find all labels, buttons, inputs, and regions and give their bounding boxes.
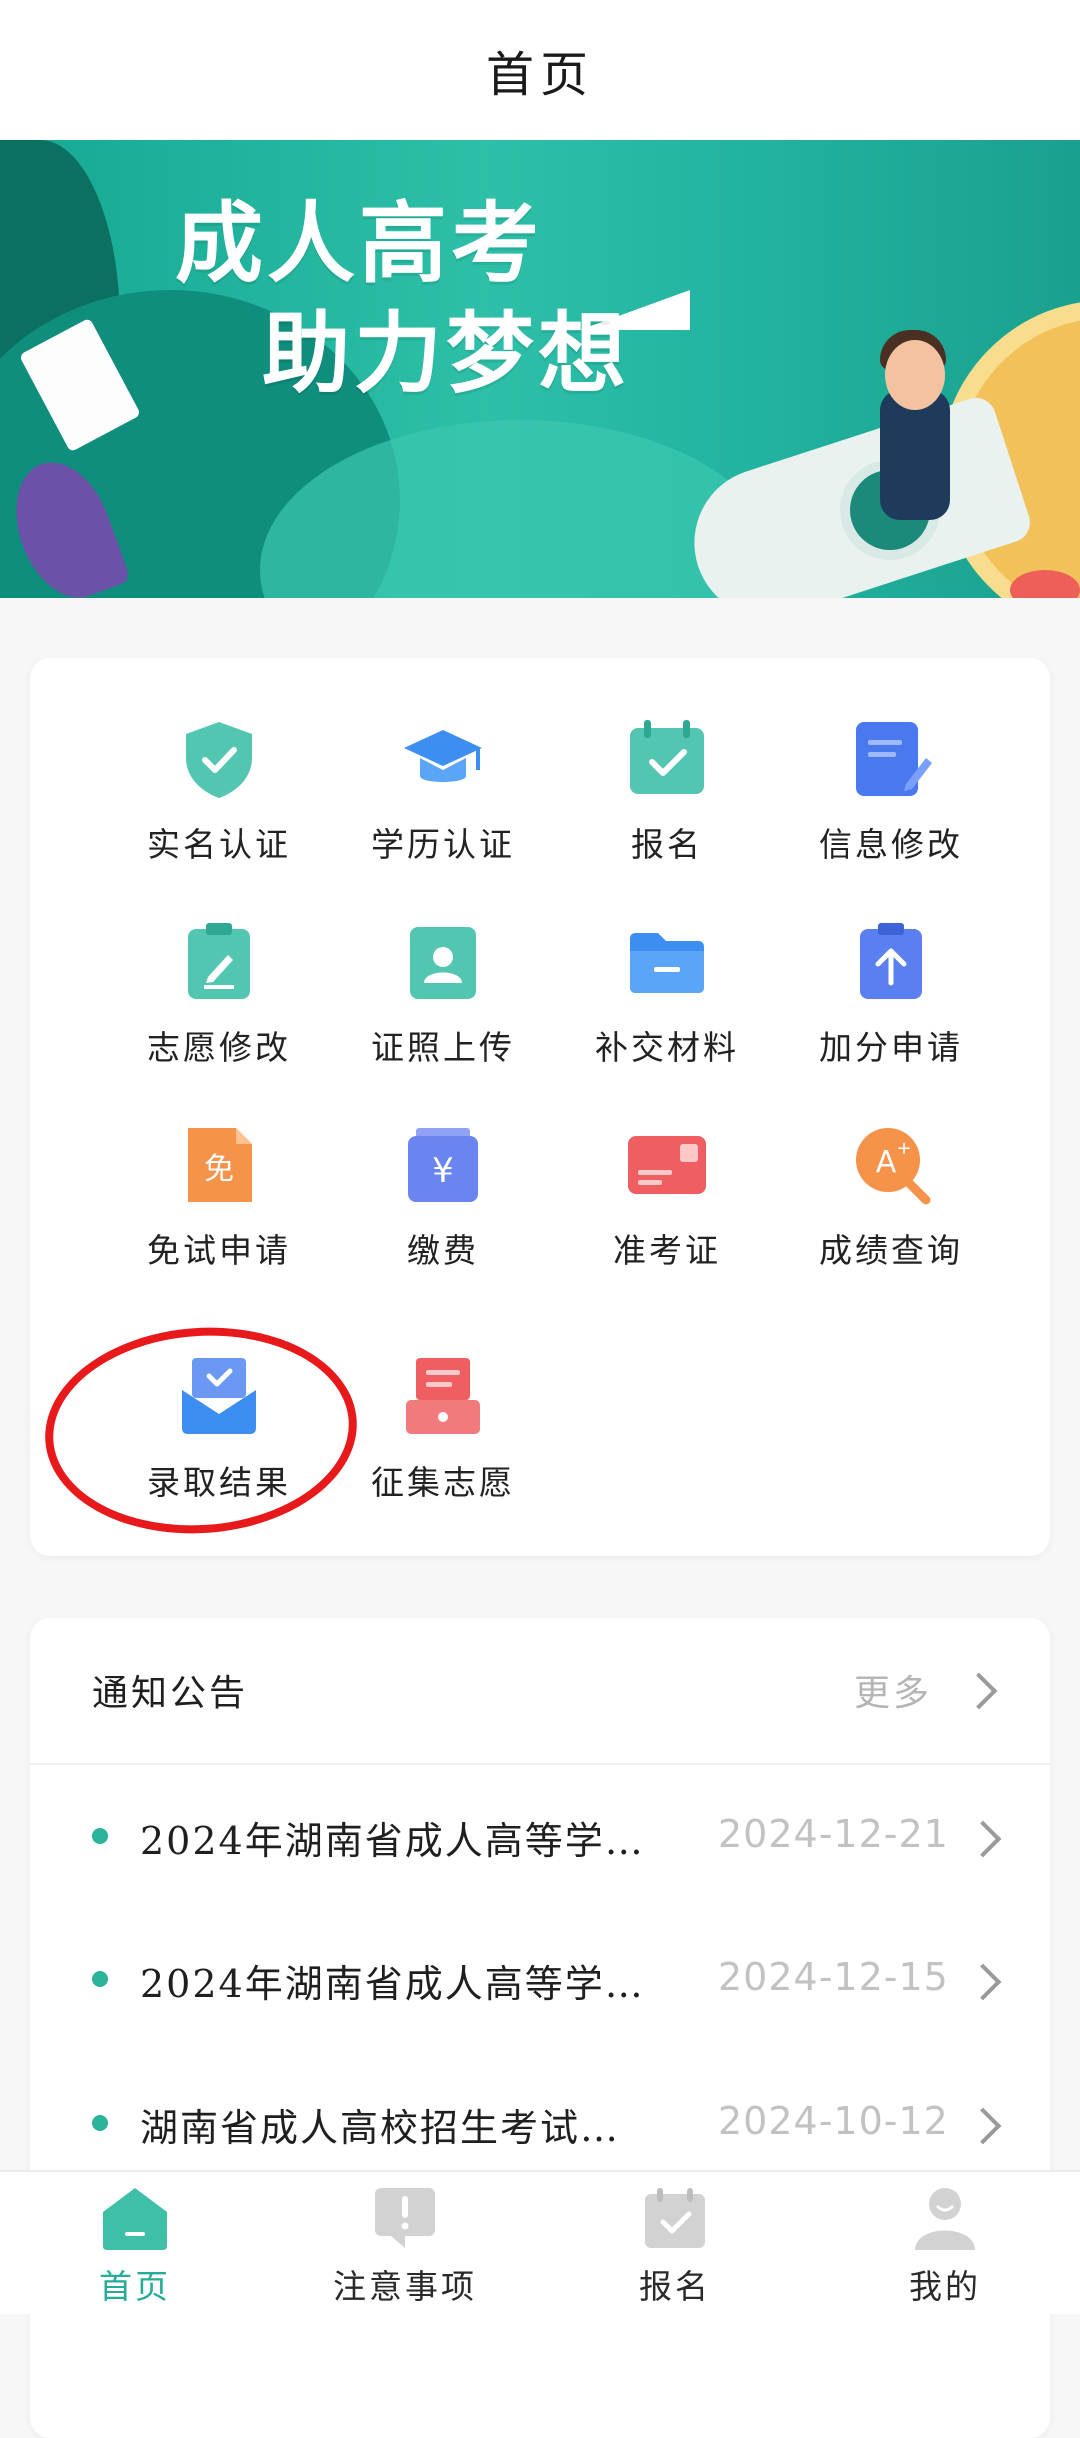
service-payment[interactable]: ¥ 缴费	[333, 1124, 553, 1294]
notices-header: 通知公告 更多	[30, 1618, 1050, 1765]
admission-ticket-icon	[626, 1124, 708, 1206]
notice-date: 2024-12-15	[718, 1955, 949, 1999]
notice-title: 2024年湖南省成人高等学…	[140, 1962, 645, 2006]
service-label: 实名认证	[147, 825, 291, 864]
service-score-query[interactable]: A + 成绩查询	[781, 1124, 1001, 1294]
collection-box-icon	[402, 1356, 484, 1438]
graduation-cap-icon	[402, 718, 484, 800]
service-label: 信息修改	[819, 825, 963, 864]
service-bonus-apply[interactable]: 加分申请	[781, 921, 1001, 1091]
home-icon	[101, 2186, 169, 2250]
exempt-document-icon: 免	[178, 1124, 260, 1206]
banner-slogan-line2: 助力梦想	[262, 302, 631, 405]
notices-title: 通知公告	[92, 1673, 249, 1714]
tab-label: 我的	[909, 2267, 981, 2306]
service-label: 志愿修改	[147, 1028, 291, 1067]
service-label: 证照上传	[371, 1028, 515, 1067]
tab-label: 报名	[639, 2267, 711, 2306]
notice-date: 2024-12-21	[718, 1812, 949, 1856]
service-label: 缴费	[407, 1231, 479, 1270]
service-exemption-apply[interactable]: 免 免试申请	[109, 1124, 329, 1294]
document-edit-icon	[850, 718, 932, 800]
yuan-payment-icon: ¥	[402, 1124, 484, 1206]
tab-notes[interactable]: 注意事项	[270, 2172, 540, 2314]
notice-icon	[371, 2186, 439, 2250]
clipboard-edit-icon	[178, 921, 260, 1003]
notice-title: 湖南省成人高校招生考试…	[140, 2106, 621, 2150]
banner-slogan-line1: 成人高考	[175, 192, 544, 295]
notice-title: 2024年湖南省成人高等学…	[140, 1819, 645, 1863]
id-photo-icon	[402, 921, 484, 1003]
page-title: 首页	[485, 47, 594, 103]
bullet-dot-icon	[92, 1971, 108, 1987]
calendar-check-icon	[626, 718, 708, 800]
service-register[interactable]: 报名	[557, 718, 777, 888]
promo-banner[interactable]: 成人高考 助力梦想	[0, 140, 1080, 598]
top-header: 首页	[0, 0, 1080, 140]
folder-icon	[626, 921, 708, 1003]
service-label: 成绩查询	[819, 1231, 963, 1270]
svg-text:¥: ¥	[432, 1151, 454, 1191]
service-label: 学历认证	[371, 825, 515, 864]
service-collection-preference[interactable]: 征集志愿	[333, 1356, 553, 1526]
notice-item[interactable]: 2024年湖南省成人高等学… 2024-12-21	[30, 1766, 1050, 1906]
service-label: 准考证	[613, 1231, 721, 1270]
service-label: 征集志愿	[371, 1463, 515, 1502]
service-info-edit[interactable]: 信息修改	[781, 718, 1001, 888]
clipboard-upload-icon	[850, 921, 932, 1003]
notices-more-link[interactable]: 更多	[854, 1664, 932, 1716]
score-search-icon: A +	[850, 1124, 932, 1206]
service-label: 报名	[631, 825, 703, 864]
tab-home[interactable]: 首页	[0, 2172, 270, 2314]
shield-check-icon	[178, 718, 260, 800]
bullet-dot-icon	[92, 2115, 108, 2131]
svg-text:免: 免	[204, 1152, 234, 1187]
tab-label: 首页	[99, 2267, 171, 2306]
svg-text:+: +	[896, 1138, 911, 1159]
service-admission-ticket[interactable]: 准考证	[557, 1124, 777, 1294]
service-supplement-materials[interactable]: 补交材料	[557, 921, 777, 1091]
service-label: 加分申请	[819, 1028, 963, 1067]
service-label: 补交材料	[595, 1028, 739, 1067]
svg-text:A: A	[876, 1145, 897, 1180]
chevron-right-icon	[964, 2107, 1002, 2145]
student-head-illustration	[885, 340, 945, 410]
register-icon	[641, 2186, 709, 2250]
tab-profile[interactable]: 我的	[810, 2172, 1080, 2314]
notice-item[interactable]: 2024年湖南省成人高等学… 2024-12-15	[30, 1909, 1050, 2049]
bottom-tab-bar: 首页 注意事项 报名 我的	[0, 2170, 1080, 2314]
notice-date: 2024-10-12	[718, 2099, 949, 2143]
tab-label: 注意事项	[333, 2267, 477, 2306]
profile-icon	[911, 2186, 979, 2250]
service-label: 免试申请	[147, 1231, 291, 1270]
bullet-dot-icon	[92, 1828, 108, 1844]
service-photo-upload[interactable]: 证照上传	[333, 921, 553, 1091]
chevron-right-icon	[964, 1963, 1002, 2001]
chevron-right-icon[interactable]	[960, 1672, 998, 1710]
service-preference-edit[interactable]: 志愿修改	[109, 921, 329, 1091]
service-education-auth[interactable]: 学历认证	[333, 718, 553, 888]
chevron-right-icon	[964, 1820, 1002, 1858]
tab-register[interactable]: 报名	[540, 2172, 810, 2314]
notices-panel: 通知公告 更多 2024年湖南省成人高等学… 2024-12-21 2024年湖…	[30, 1618, 1050, 2438]
service-real-name-auth[interactable]: 实名认证	[109, 718, 329, 888]
